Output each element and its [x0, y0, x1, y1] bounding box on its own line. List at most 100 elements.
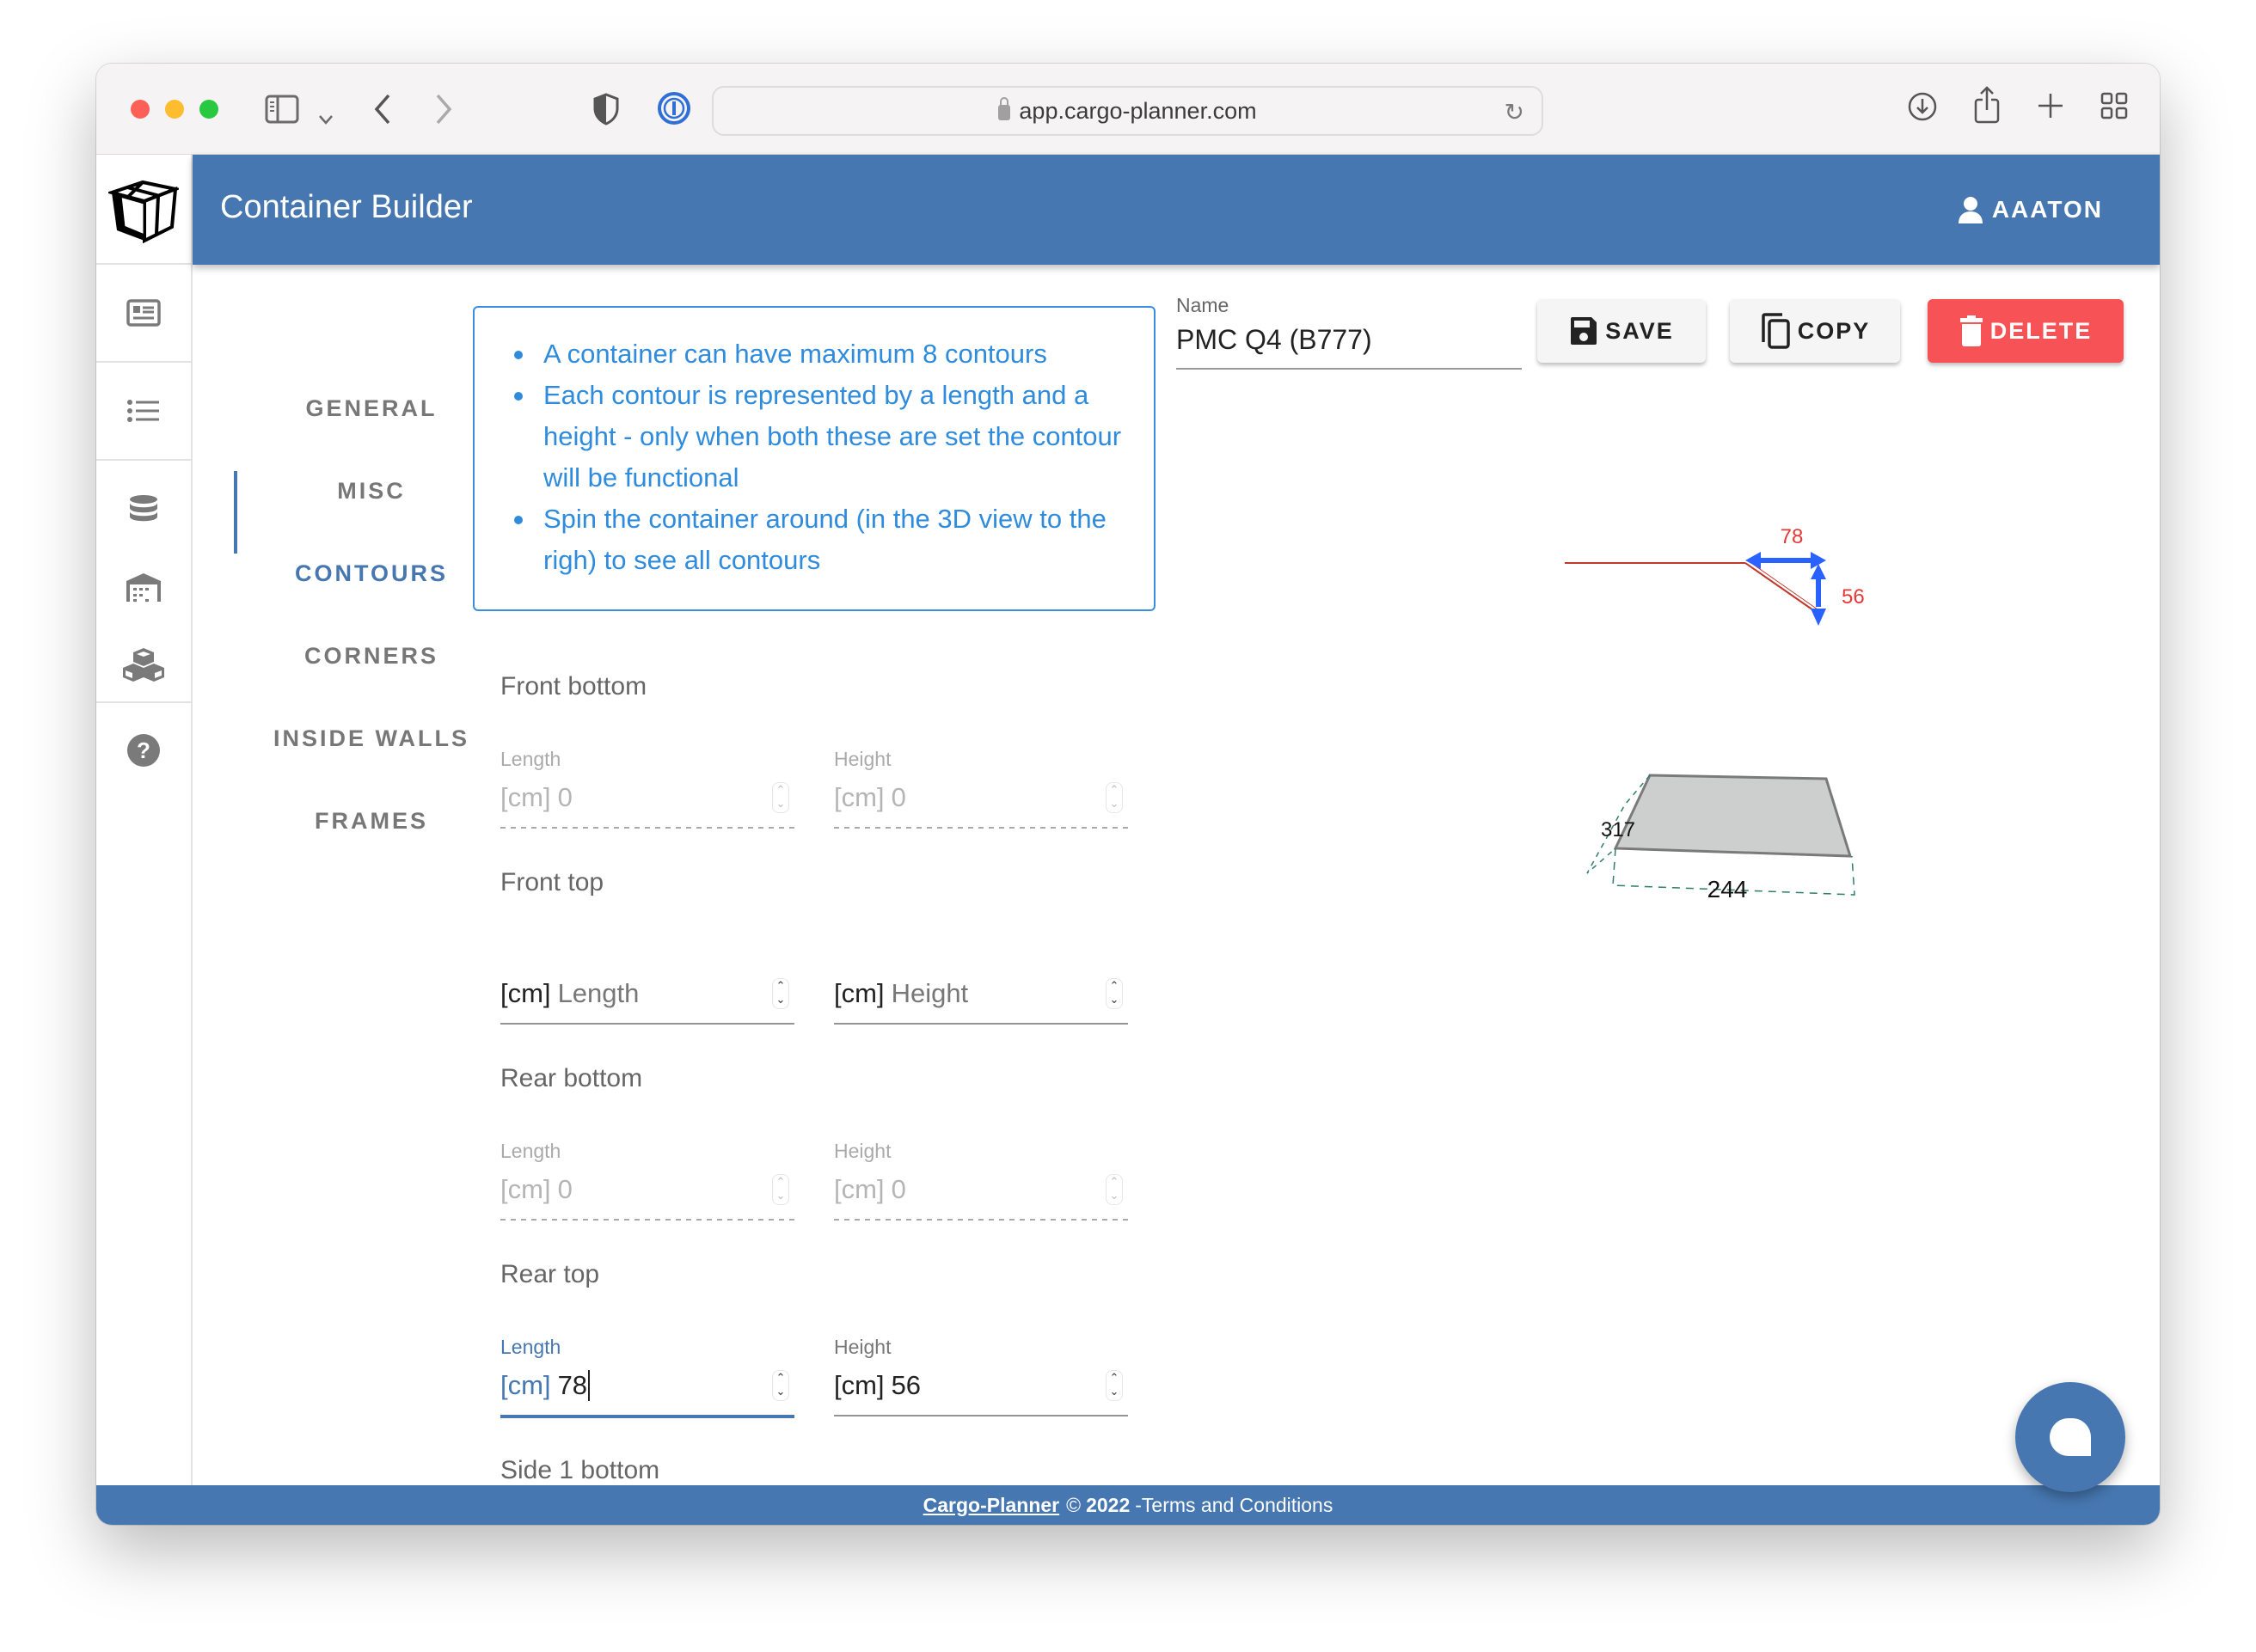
stepper-icon[interactable]: ⌃ ⌄ [1106, 1174, 1123, 1205]
name-input[interactable]: PMC Q4 (B777) [1176, 324, 1522, 356]
rear-bottom-height-field[interactable]: Height [cm] 0 ⌃ ⌄ [834, 1140, 1128, 1221]
user-icon [1958, 197, 1983, 223]
delete-label: DELETE [1989, 317, 2093, 344]
sidebar-item-containers[interactable] [96, 265, 191, 361]
chat-button[interactable] [2015, 1382, 2125, 1492]
warehouse-icon [126, 573, 161, 602]
field-value: 0 [891, 1174, 906, 1204]
info-bullet: A container can have maximum 8 contours [511, 333, 1137, 375]
stepper-icon[interactable]: ⌃ ⌄ [1106, 1370, 1123, 1401]
sidebar-item-cargo[interactable] [96, 626, 191, 703]
rear-bottom-length-field[interactable]: Length [cm] 0 ⌃ ⌄ [500, 1140, 794, 1221]
unit-prefix: [cm] [834, 1370, 885, 1400]
front-top-height-field[interactable]: [cm] Height ⌃ ⌄ [834, 944, 1128, 1025]
front-bottom-length-field[interactable]: Length [cm] 0 ⌃ ⌄ [500, 748, 794, 829]
user-menu-button[interactable]: AAATON [1958, 196, 2103, 223]
field-placeholder: Height [891, 978, 969, 1008]
section-front-bottom-title: Front bottom [500, 672, 647, 701]
field-label [834, 944, 1128, 970]
sidebar-item-database[interactable] [96, 461, 191, 555]
user-name: AAATON [1991, 196, 2103, 223]
minimize-window-button[interactable] [165, 100, 184, 119]
container-floor [1613, 774, 1853, 858]
back-icon[interactable] [373, 93, 392, 131]
field-placeholder: Length [557, 978, 640, 1008]
download-icon[interactable] [1907, 91, 1938, 127]
tab-general[interactable]: GENERAL [251, 395, 492, 422]
section-front-top-title: Front top [500, 868, 604, 896]
contour-slope-line [1748, 560, 1818, 610]
database-icon [130, 495, 157, 522]
stepper-icon[interactable]: ⌃ ⌄ [772, 1174, 789, 1205]
info-list: A container can have maximum 8 contours … [511, 333, 1137, 581]
field-label [500, 944, 794, 970]
field-value: 0 [891, 782, 906, 812]
contour-height-label: 56 [1842, 585, 1865, 609]
save-button[interactable]: SAVE [1537, 299, 1706, 363]
forward-icon[interactable] [434, 93, 453, 131]
height-arrow-icon [1811, 564, 1826, 626]
shield-icon[interactable] [593, 93, 619, 131]
front-bottom-height-field[interactable]: Height [cm] 0 ⌃ ⌄ [834, 748, 1128, 829]
container-3d-view[interactable]: 78 56 317 244 [1558, 493, 2074, 975]
stepper-icon[interactable]: ⌃ ⌄ [772, 782, 789, 813]
reload-icon[interactable]: ↻ [1505, 98, 1524, 126]
share-icon[interactable] [1972, 86, 2002, 129]
sidebar-item-list[interactable] [96, 363, 191, 459]
copyright-year: 2022 [1086, 1493, 1131, 1516]
stepper-icon[interactable]: ⌃ ⌄ [1106, 978, 1123, 1009]
field-label: Height [834, 1336, 892, 1358]
field-value: 0 [557, 782, 573, 812]
tab-inside-walls[interactable]: INSIDE WALLS [251, 725, 492, 752]
browser-toolbar: app.cargo-planner.com ↻ [96, 64, 2160, 155]
tab-corners[interactable]: CORNERS [251, 643, 492, 670]
field-value: 56 [891, 1370, 922, 1400]
copy-icon [1761, 313, 1790, 349]
depth-label: 317 [1601, 818, 1635, 841]
unit-prefix: [cm] [834, 782, 885, 812]
sidebar-toggle-icon[interactable] [265, 95, 299, 129]
unit-prefix: [cm] [834, 978, 885, 1008]
section-rear-top-title: Rear top [500, 1260, 600, 1288]
copyright-symbol: © [1066, 1493, 1082, 1516]
sidebar-item-help[interactable]: ? [96, 703, 191, 798]
tab-overview-icon[interactable] [2100, 91, 2129, 125]
unit-prefix: [cm] [500, 1370, 551, 1400]
unit-prefix: [cm] [500, 1174, 551, 1204]
section-side1-bottom-title: Side 1 bottom [500, 1456, 660, 1484]
tab-contours[interactable]: CONTOURS [251, 560, 492, 587]
rear-top-length-field[interactable]: Length [cm] 78 ⌃ ⌄ [500, 1336, 794, 1418]
front-top-length-field[interactable]: [cm] Length ⌃ ⌄ [500, 944, 794, 1025]
name-field[interactable]: Name PMC Q4 (B777) [1176, 294, 1522, 370]
save-icon [1571, 317, 1597, 345]
password-manager-icon[interactable] [657, 91, 691, 131]
unit-prefix: [cm] [500, 782, 551, 812]
address-bar[interactable]: app.cargo-planner.com ↻ [712, 86, 1543, 136]
stepper-icon[interactable]: ⌃ ⌄ [772, 978, 789, 1009]
close-window-button[interactable] [131, 100, 150, 119]
delete-button[interactable]: DELETE [1928, 299, 2124, 363]
sidebar-item-warehouse[interactable] [96, 548, 191, 626]
rear-top-height-field[interactable]: Height [cm] 56 ⌃ ⌄ [834, 1336, 1128, 1416]
boxes-icon [123, 648, 164, 682]
cargo-planner-link[interactable]: Cargo-Planner [923, 1494, 1059, 1517]
unit-prefix: [cm] [500, 978, 551, 1008]
app-logo[interactable] [96, 155, 193, 265]
tab-frames[interactable]: FRAMES [251, 808, 492, 835]
tab-misc[interactable]: MISC [251, 478, 492, 505]
stepper-icon[interactable]: ⌃ ⌄ [1106, 782, 1123, 813]
stepper-icon[interactable]: ⌃ ⌄ [772, 1370, 789, 1401]
chevron-down-icon[interactable] [318, 101, 334, 131]
lock-icon [998, 97, 1011, 120]
copy-button[interactable]: COPY [1730, 299, 1900, 363]
zoom-window-button[interactable] [199, 100, 218, 119]
terms-link[interactable]: -Terms and Conditions [1135, 1494, 1333, 1517]
page-title: Container Builder [220, 189, 473, 225]
unit-prefix: [cm] [834, 1174, 885, 1204]
contour-length-label: 78 [1781, 525, 1804, 548]
length-arrow-icon [1745, 552, 1826, 569]
new-tab-icon[interactable] [2036, 91, 2065, 125]
form-icon [126, 299, 161, 327]
field-value: 0 [557, 1174, 573, 1204]
help-icon: ? [127, 734, 160, 767]
